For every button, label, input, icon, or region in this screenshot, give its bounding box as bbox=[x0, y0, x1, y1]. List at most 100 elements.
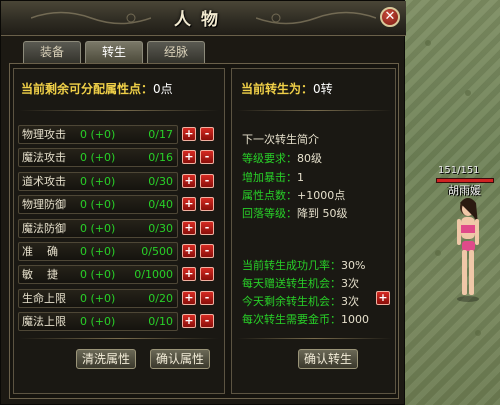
tab-equipment[interactable]: 装备 bbox=[23, 41, 81, 63]
attribute-name: 魔法上限 bbox=[22, 315, 66, 328]
increase-attribute-button[interactable]: + bbox=[182, 127, 196, 141]
decrease-attribute-button[interactable]: - bbox=[200, 291, 214, 305]
tab-meridian[interactable]: 经脉 bbox=[147, 41, 205, 63]
attribute-value: 0 (+0) bbox=[80, 268, 116, 281]
rebirth-panel bbox=[231, 68, 396, 394]
decrease-attribute-button[interactable]: - bbox=[200, 150, 214, 164]
success-rate-label: 当前转生成功几率： bbox=[242, 259, 341, 272]
attribute-name: 魔法防御 bbox=[22, 222, 66, 235]
window-titlebar[interactable]: 人物 bbox=[1, 1, 406, 36]
attribute-name: 准 确 bbox=[22, 245, 58, 258]
level-requirement-label: 等级要求： bbox=[242, 152, 297, 165]
level-requirement-value: 80级 bbox=[297, 152, 322, 165]
close-icon[interactable]: ✕ bbox=[380, 7, 400, 27]
increase-attribute-button[interactable]: + bbox=[182, 291, 196, 305]
divider bbox=[19, 110, 219, 111]
daily-gift-value: 3次 bbox=[341, 277, 359, 290]
increase-attribute-button[interactable]: + bbox=[182, 267, 196, 281]
attribute-value: 0 (+0) bbox=[80, 128, 116, 141]
success-rate: 当前转生成功几率：30% bbox=[242, 257, 365, 273]
attribute-name: 物理攻击 bbox=[22, 128, 66, 141]
attribute-name: 物理防御 bbox=[22, 198, 66, 211]
current-rebirth-label: 当前转生为： bbox=[241, 82, 314, 96]
fallback-level-label: 回落等级： bbox=[242, 207, 297, 220]
remaining-points-label: 当前剩余可分配属性点： bbox=[21, 82, 154, 96]
attribute-cap: 0/40 bbox=[148, 198, 173, 211]
gold-cost: 每次转生需要金币：1000 bbox=[242, 311, 369, 327]
crit-bonus-value: 1 bbox=[297, 171, 304, 184]
success-rate-value: 30% bbox=[341, 259, 366, 272]
title-ornament-left bbox=[31, 11, 151, 25]
daily-gift-label: 每天赠送转生机会： bbox=[242, 277, 341, 290]
divider bbox=[19, 338, 219, 339]
daily-gift-chances: 每天赠送转生机会：3次 bbox=[242, 275, 359, 291]
attribute-points-value: +1000点 bbox=[297, 189, 346, 202]
attribute-row: 生命上限 0 (+0) 0/20 bbox=[18, 289, 178, 308]
increase-attribute-button[interactable]: + bbox=[182, 197, 196, 211]
remaining-points-value: 0点 bbox=[153, 82, 173, 96]
window-title: 人物 bbox=[174, 10, 228, 30]
add-chance-button[interactable]: + bbox=[376, 291, 390, 305]
divider bbox=[237, 110, 392, 111]
attribute-name: 生命上限 bbox=[22, 292, 66, 305]
attribute-cap: 0/10 bbox=[148, 315, 173, 328]
tab-rebirth[interactable]: 转生 bbox=[85, 41, 143, 64]
attribute-cap: 0/17 bbox=[148, 128, 173, 141]
gold-cost-value: 1000 bbox=[341, 313, 369, 326]
remaining-chances-value: 3次 bbox=[341, 295, 359, 308]
fallback-level: 回落等级：降到 50级 bbox=[242, 205, 348, 221]
attribute-value: 0 (+0) bbox=[80, 292, 116, 305]
decrease-attribute-button[interactable]: - bbox=[200, 221, 214, 235]
current-rebirth-line: 当前转生为：0转 bbox=[241, 80, 333, 97]
decrease-attribute-button[interactable]: - bbox=[200, 197, 214, 211]
decrease-attribute-button[interactable]: - bbox=[200, 314, 214, 328]
attribute-row: 魔法防御 0 (+0) 0/30 bbox=[18, 219, 178, 238]
confirm-rebirth-button[interactable]: 确认转生 bbox=[298, 349, 358, 369]
attribute-value: 0 (+0) bbox=[80, 151, 116, 164]
increase-attribute-button[interactable]: + bbox=[182, 150, 196, 164]
decrease-attribute-button[interactable]: - bbox=[200, 127, 214, 141]
attribute-value: 0 (+0) bbox=[80, 315, 116, 328]
crit-bonus-label: 增加暴击： bbox=[242, 171, 297, 184]
player-hp-text: 151/151 bbox=[438, 165, 480, 176]
decrease-attribute-button[interactable]: - bbox=[200, 244, 214, 258]
remaining-chances-label: 今天剩余转生机会： bbox=[242, 295, 341, 308]
attribute-cap: 0/30 bbox=[148, 175, 173, 188]
attribute-row: 道术攻击 0 (+0) 0/30 bbox=[18, 172, 178, 191]
attribute-cap: 0/20 bbox=[148, 292, 173, 305]
attribute-row: 准 确 0 (+0) 0/500 bbox=[18, 242, 178, 261]
attribute-row: 物理攻击 0 (+0) 0/17 bbox=[18, 125, 178, 144]
attribute-name: 敏 捷 bbox=[22, 268, 58, 281]
increase-attribute-button[interactable]: + bbox=[182, 221, 196, 235]
attribute-row: 魔法攻击 0 (+0) 0/16 bbox=[18, 148, 178, 167]
increase-attribute-button[interactable]: + bbox=[182, 174, 196, 188]
reset-attributes-button[interactable]: 清洗属性 bbox=[76, 349, 136, 369]
attribute-points-label: 属性点数： bbox=[242, 189, 297, 202]
divider bbox=[237, 338, 392, 339]
attribute-value: 0 (+0) bbox=[80, 245, 116, 258]
attribute-value: 0 (+0) bbox=[80, 198, 116, 211]
remaining-points-line: 当前剩余可分配属性点：0点 bbox=[21, 80, 173, 97]
player-character[interactable] bbox=[448, 195, 488, 315]
character-window: 人物 ✕ 装备 转生 经脉 当前剩余可分配属性点：0点 清洗属性 确认属性 当前… bbox=[0, 0, 406, 405]
current-rebirth-value: 0转 bbox=[313, 82, 333, 96]
increase-attribute-button[interactable]: + bbox=[182, 244, 196, 258]
decrease-attribute-button[interactable]: - bbox=[200, 174, 214, 188]
confirm-attributes-button[interactable]: 确认属性 bbox=[150, 349, 210, 369]
level-requirement: 等级要求：80级 bbox=[242, 150, 322, 166]
decrease-attribute-button[interactable]: - bbox=[200, 267, 214, 281]
attribute-row: 敏 捷 0 (+0) 0/1000 bbox=[18, 265, 178, 284]
attribute-name: 魔法攻击 bbox=[22, 151, 66, 164]
next-rebirth-intro-title: 下一次转生简介 bbox=[242, 133, 319, 146]
increase-attribute-button[interactable]: + bbox=[182, 314, 196, 328]
title-ornament-right bbox=[256, 11, 376, 25]
attribute-row: 魔法上限 0 (+0) 0/10 bbox=[18, 312, 178, 331]
attribute-cap: 0/16 bbox=[148, 151, 173, 164]
fallback-level-value: 降到 50级 bbox=[297, 207, 348, 220]
remaining-chances: 今天剩余转生机会：3次 bbox=[242, 293, 359, 309]
attribute-row: 物理防御 0 (+0) 0/40 bbox=[18, 195, 178, 214]
gold-cost-label: 每次转生需要金币： bbox=[242, 313, 341, 326]
attribute-name: 道术攻击 bbox=[22, 175, 66, 188]
attribute-value: 0 (+0) bbox=[80, 175, 116, 188]
attribute-cap: 0/500 bbox=[141, 245, 173, 258]
